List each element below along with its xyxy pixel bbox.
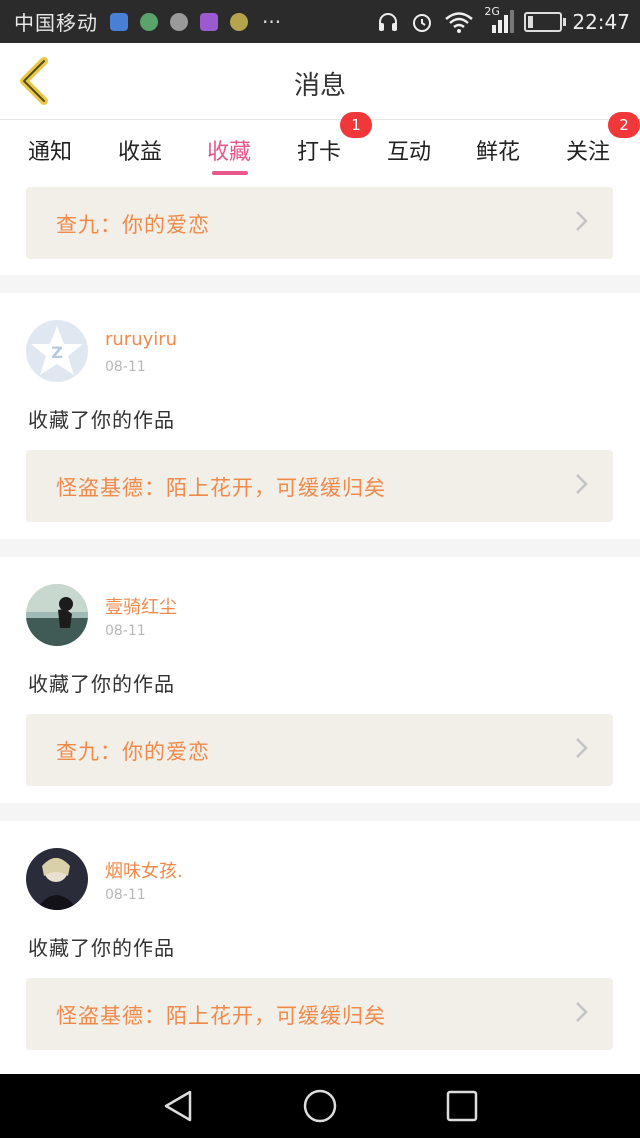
work-title: 查九：你的爱恋 <box>56 740 210 764</box>
tab-checkin[interactable]: 打卡 <box>297 134 341 166</box>
chevron-right-icon <box>576 738 588 758</box>
tab-notice[interactable]: 通知 <box>28 134 72 166</box>
signal-icon <box>492 9 515 33</box>
work-reference[interactable]: 怪盗基德：陌上花开，可缓缓归矣 <box>26 450 613 522</box>
signal-indicator: 2G <box>484 5 515 35</box>
default-avatar-icon[interactable]: Z <box>26 320 88 382</box>
work-title: 怪盗基德：陌上花开，可缓缓归矣 <box>56 1004 386 1028</box>
svg-text:Z: Z <box>51 343 63 362</box>
user-photo-avatar[interactable] <box>26 848 88 910</box>
notification-icon-2 <box>140 12 158 31</box>
headphones-icon <box>379 12 398 31</box>
action-text: 收藏了你的作品 <box>28 672 175 696</box>
list-item: 查九：你的爱恋 <box>0 184 640 275</box>
timestamp: 08-11 <box>105 359 146 375</box>
action-text: 收藏了你的作品 <box>28 408 175 432</box>
follow-badge: 2 <box>608 112 640 138</box>
alarm-icon <box>413 13 432 32</box>
list-item: Z ruruyiru 08-11 收藏了你的作品 怪盗基德：陌上花开，可缓缓归矣 <box>0 293 640 539</box>
tab-earnings[interactable]: 收益 <box>118 134 162 166</box>
notification-icon-1 <box>110 12 128 31</box>
timestamp: 08-11 <box>105 887 146 903</box>
clock: 22:47 <box>572 9 630 34</box>
username[interactable]: 壹骑红尘 <box>105 593 177 619</box>
list-item: 壹骑红尘 08-11 收藏了你的作品 查九：你的爱恋 <box>0 557 640 803</box>
page-title: 消息 <box>293 71 346 101</box>
triangle-back-icon[interactable] <box>160 1088 196 1124</box>
chevron-right-icon <box>576 1002 588 1022</box>
timestamp: 08-11 <box>105 623 146 639</box>
list-item: 烟味女孩. 08-11 收藏了你的作品 怪盗基德：陌上花开，可缓缓归矣 <box>0 821 640 1074</box>
chevron-right-icon <box>576 474 588 494</box>
status-bar: 中国移动 ··· 2G 22:47 <box>0 0 640 43</box>
tab-interaction[interactable]: 互动 <box>387 134 431 166</box>
work-reference[interactable]: 查九：你的爱恋 <box>26 187 613 259</box>
active-tab-indicator <box>212 171 248 175</box>
system-nav-bar <box>0 1074 640 1138</box>
tab-bar: 通知 收益 收藏 打卡 1 互动 鲜花 关注 2 <box>0 112 640 184</box>
work-title: 查九：你的爱恋 <box>56 213 210 237</box>
username[interactable]: 烟味女孩. <box>105 857 183 883</box>
circle-home-icon[interactable] <box>302 1088 338 1124</box>
carrier-name: 中国移动 <box>14 11 98 35</box>
notification-icon-5 <box>230 12 248 31</box>
notification-icon-3 <box>170 12 188 31</box>
work-reference[interactable]: 怪盗基德：陌上花开，可缓缓归矣 <box>26 978 613 1050</box>
tab-follow[interactable]: 关注 <box>566 134 610 166</box>
work-reference[interactable]: 查九：你的爱恋 <box>26 714 613 786</box>
work-title: 怪盗基德：陌上花开，可缓缓归矣 <box>56 476 386 500</box>
notification-icon-4 <box>200 12 218 31</box>
title-bar: 消息 <box>0 43 640 120</box>
battery-fill <box>528 15 534 28</box>
wifi-icon <box>445 11 474 33</box>
tab-favorites[interactable]: 收藏 <box>207 134 251 166</box>
battery-icon <box>524 11 567 32</box>
username[interactable]: ruruyiru <box>105 329 177 350</box>
square-recents-icon[interactable] <box>444 1088 480 1124</box>
chevron-right-icon <box>576 211 588 231</box>
more-notifications-icon: ··· <box>262 9 282 34</box>
tab-flowers[interactable]: 鲜花 <box>476 134 520 166</box>
action-text: 收藏了你的作品 <box>28 936 175 960</box>
user-photo-avatar[interactable] <box>26 584 88 646</box>
checkin-badge: 1 <box>340 112 372 138</box>
